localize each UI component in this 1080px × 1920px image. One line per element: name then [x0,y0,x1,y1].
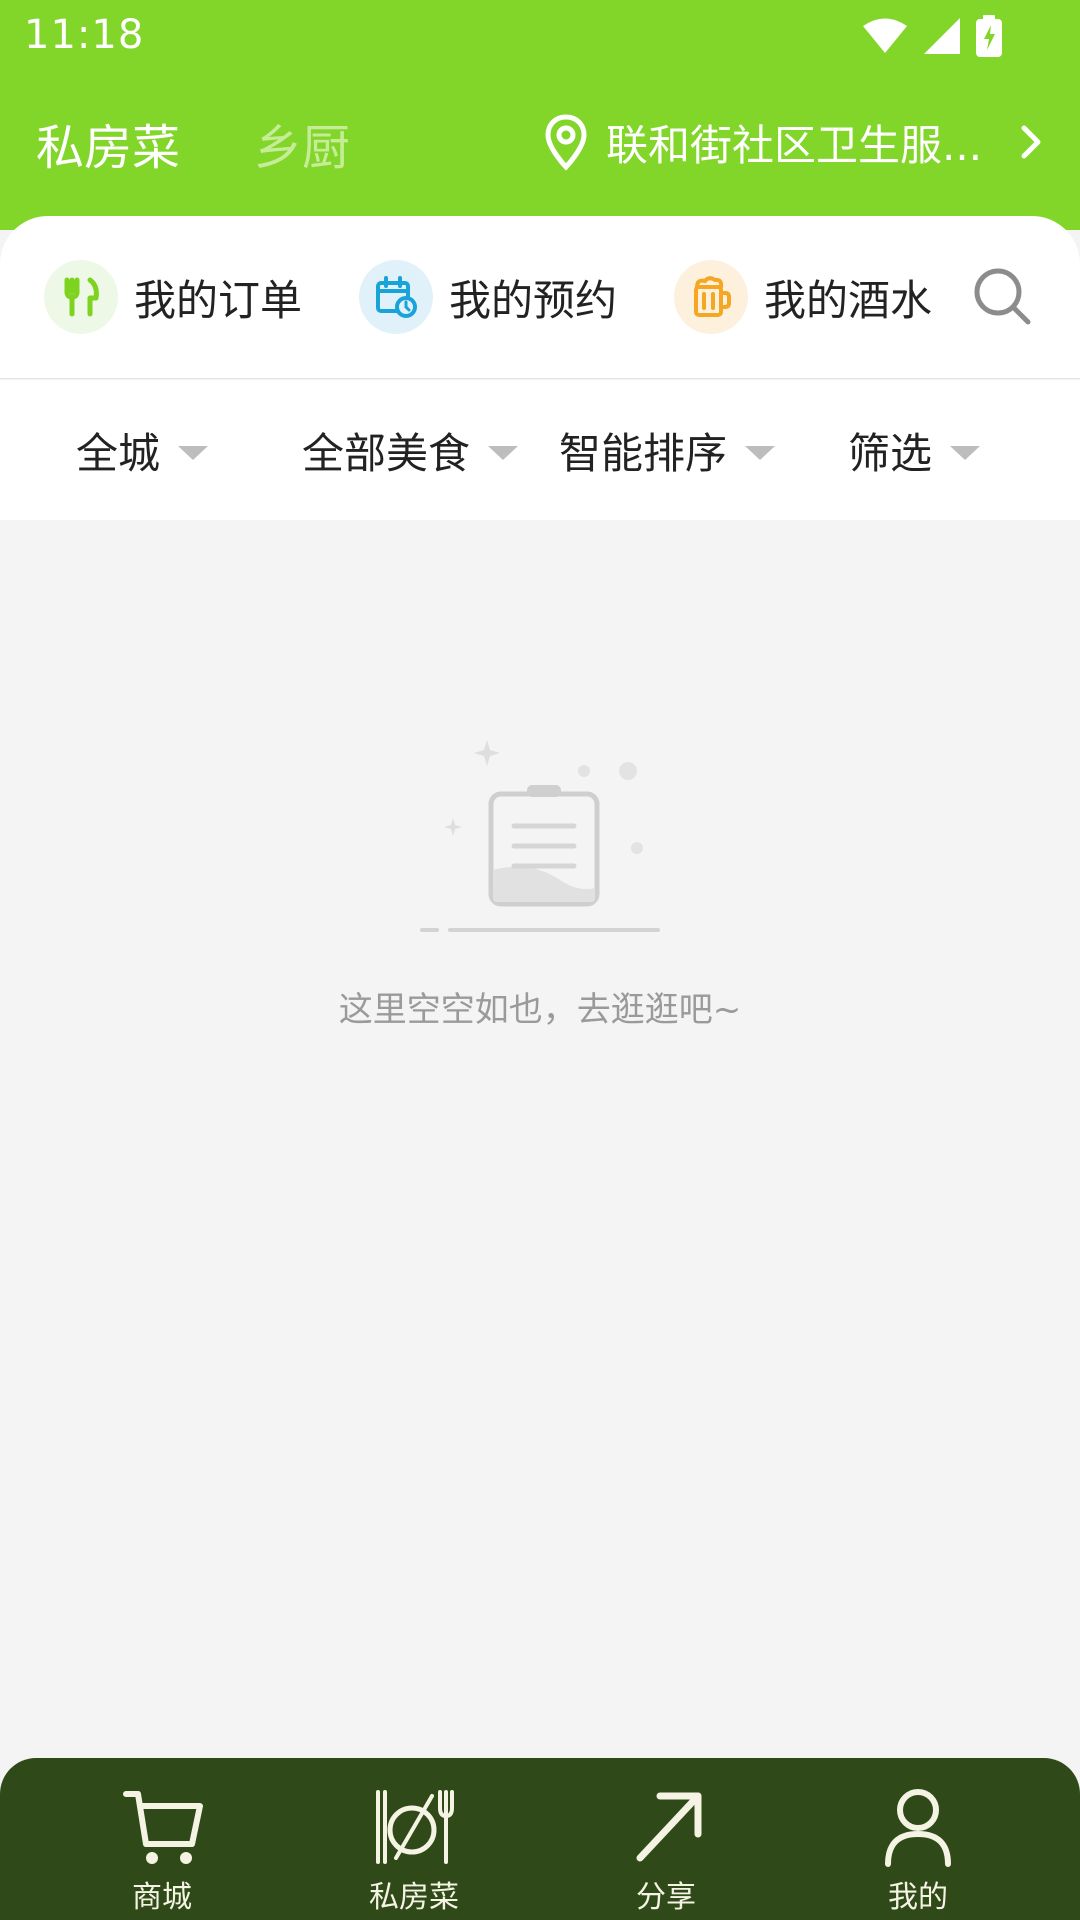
location-text: 联和街社区卫生服... [606,120,983,170]
tab-private-kitchen[interactable]: 私房菜 [36,108,180,178]
status-icons [862,14,1002,58]
nav-item-share[interactable]: 分享 [586,1786,746,1916]
caret-down-icon [488,446,519,460]
nav-label-mall: 商城 [132,1880,192,1915]
my-drinks-button[interactable]: 我的酒水 [674,260,932,334]
nav-item-private-kitchen[interactable]: 私房菜 [334,1786,494,1916]
battery-icon [976,15,1002,57]
nav-item-mall[interactable]: 商城 [82,1786,242,1916]
filter-food-category-label: 全部美食 [302,428,471,478]
filter-bar: 全城 全部美食 智能排序 筛选 [0,380,1080,520]
my-reservations-button[interactable]: 我的预约 [359,260,617,334]
filter-sort[interactable]: 智能排序 [559,420,776,480]
filter-city[interactable]: 全城 [76,420,209,480]
utensils-icon [44,260,118,334]
search-icon[interactable] [970,264,1036,330]
tab-country-chef[interactable]: 乡厨 [254,108,350,178]
filter-city-label: 全城 [76,428,161,478]
location-selector[interactable]: 联和街社区卫生服... [540,112,1050,172]
my-orders-label: 我的订单 [134,275,303,325]
share-arrow-icon [636,1792,702,1862]
plate-cutlery-icon [376,1790,454,1864]
empty-clipboard-icon [420,740,660,932]
filter-screen-label: 筛选 [848,428,933,478]
my-reservations-label: 我的预约 [449,275,618,325]
chevron-right-icon [1021,125,1041,159]
nav-label-me: 我的 [888,1880,948,1915]
wifi-icon [863,18,907,53]
cart-icon [123,1791,203,1864]
calendar-clock-icon [359,260,433,334]
bottom-nav: 商城 私房菜 分享 我的 [0,1758,1080,1920]
signal-icon [924,18,960,54]
header: 11:18 私房菜 乡厨 联和街社区卫生服... [0,0,1080,230]
filter-sort-label: 智能排序 [559,428,728,478]
status-time: 11:18 [24,12,145,58]
location-pin-icon [545,114,587,171]
nav-label-private-kitchen: 私房菜 [369,1880,459,1915]
nav-label-share: 分享 [636,1880,696,1915]
caret-down-icon [950,446,981,460]
nav-item-me[interactable]: 我的 [838,1786,998,1916]
caret-down-icon [178,446,209,460]
quick-actions-card: 我的订单 我的预约 我的酒水 [0,216,1080,379]
user-icon [885,1789,951,1867]
filter-food-category[interactable]: 全部美食 [302,420,519,480]
my-orders-button[interactable]: 我的订单 [44,260,302,334]
filter-screen[interactable]: 筛选 [848,420,981,480]
my-drinks-label: 我的酒水 [764,275,933,325]
caret-down-icon [745,446,776,460]
empty-state-message: 这里空空如也，去逛逛吧~ [338,990,742,1030]
beer-mug-icon [674,260,748,334]
